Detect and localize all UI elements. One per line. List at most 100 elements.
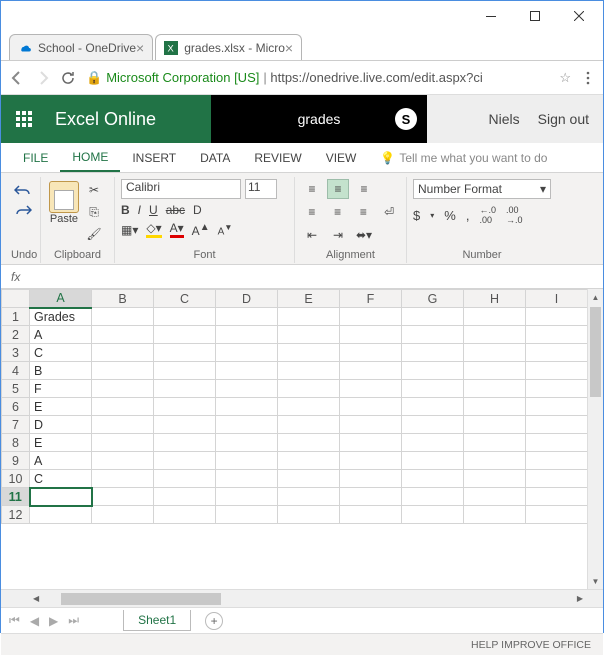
align-top-button[interactable]: ≡	[301, 179, 323, 199]
cell[interactable]	[154, 326, 216, 344]
tab-insert[interactable]: INSERT	[120, 143, 188, 172]
cell[interactable]: E	[30, 398, 92, 416]
cell[interactable]	[216, 380, 278, 398]
document-name[interactable]: grades S	[211, 95, 427, 143]
cell[interactable]	[154, 488, 216, 506]
formula-bar[interactable]: fx	[1, 265, 603, 289]
tab-view[interactable]: VIEW	[314, 143, 369, 172]
comma-button[interactable]: ,	[466, 208, 470, 223]
cell[interactable]	[92, 362, 154, 380]
cell[interactable]	[402, 452, 464, 470]
cell[interactable]	[464, 344, 526, 362]
cell[interactable]	[402, 380, 464, 398]
font-color-button[interactable]: A▾	[170, 221, 184, 238]
back-button[interactable]	[9, 70, 25, 86]
cell[interactable]	[526, 362, 588, 380]
cell[interactable]	[216, 470, 278, 488]
cell[interactable]	[402, 308, 464, 326]
cell[interactable]	[216, 326, 278, 344]
sheet-nav-next[interactable]: ▶	[47, 614, 60, 628]
vertical-scrollbar[interactable]: ▲ ▼	[587, 289, 603, 589]
close-tab-icon[interactable]: ×	[136, 40, 144, 56]
cell[interactable]	[278, 308, 340, 326]
cell[interactable]	[154, 416, 216, 434]
number-format-select[interactable]: Number Format▾	[413, 179, 551, 199]
cell[interactable]: A	[30, 452, 92, 470]
cell[interactable]	[92, 452, 154, 470]
font-size-select[interactable]: 11	[245, 179, 277, 199]
row-header[interactable]: 9	[2, 452, 30, 470]
cell[interactable]	[278, 344, 340, 362]
sign-out-link[interactable]: Sign out	[538, 111, 589, 127]
bookmark-star-icon[interactable]: ☆	[559, 70, 571, 86]
cell[interactable]	[154, 506, 216, 524]
increase-indent-button[interactable]: ⇥	[327, 225, 349, 245]
cell[interactable]: D	[30, 416, 92, 434]
cell[interactable]	[92, 416, 154, 434]
cell[interactable]	[526, 326, 588, 344]
shrink-font-button[interactable]: A▼	[218, 222, 233, 237]
cell[interactable]	[92, 488, 154, 506]
wrap-text-button[interactable]: ⏎	[378, 202, 400, 222]
cell[interactable]	[92, 308, 154, 326]
cell[interactable]	[340, 326, 402, 344]
browser-tab-grades[interactable]: X grades.xlsx - Micro ×	[155, 34, 302, 60]
cell[interactable]	[92, 344, 154, 362]
skype-icon[interactable]: S	[395, 108, 417, 130]
cell[interactable]	[154, 470, 216, 488]
cell[interactable]	[340, 434, 402, 452]
cell[interactable]	[526, 398, 588, 416]
cell[interactable]	[464, 452, 526, 470]
tab-file[interactable]: FILE	[11, 143, 60, 172]
column-header[interactable]: B	[92, 290, 154, 308]
cell[interactable]	[30, 506, 92, 524]
cell[interactable]: C	[30, 344, 92, 362]
cell[interactable]	[92, 380, 154, 398]
cell[interactable]: F	[30, 380, 92, 398]
cell[interactable]	[92, 470, 154, 488]
row-header[interactable]: 12	[2, 506, 30, 524]
cell[interactable]	[216, 398, 278, 416]
cell[interactable]	[154, 362, 216, 380]
reload-button[interactable]	[61, 70, 76, 85]
column-header[interactable]: I	[526, 290, 588, 308]
cell[interactable]	[526, 434, 588, 452]
cell[interactable]	[526, 506, 588, 524]
cell[interactable]	[216, 362, 278, 380]
align-right-button[interactable]: ≡	[353, 202, 375, 222]
cell[interactable]	[340, 344, 402, 362]
cell[interactable]	[278, 416, 340, 434]
menu-button[interactable]	[581, 71, 595, 85]
sheet-tab[interactable]: Sheet1	[123, 610, 191, 631]
cell[interactable]	[464, 506, 526, 524]
cell[interactable]	[464, 416, 526, 434]
cell[interactable]	[92, 398, 154, 416]
tab-home[interactable]: HOME	[60, 143, 120, 172]
cell[interactable]	[154, 452, 216, 470]
cell[interactable]	[340, 506, 402, 524]
cell[interactable]	[30, 488, 92, 506]
paste-button[interactable]: Paste	[47, 181, 81, 225]
row-header[interactable]: 1	[2, 308, 30, 326]
cell[interactable]	[402, 416, 464, 434]
cell[interactable]	[402, 398, 464, 416]
bold-button[interactable]: B	[121, 203, 130, 217]
row-header[interactable]: 10	[2, 470, 30, 488]
cell[interactable]	[216, 488, 278, 506]
cell[interactable]	[464, 488, 526, 506]
cell[interactable]	[464, 398, 526, 416]
cell[interactable]	[216, 434, 278, 452]
cell[interactable]	[154, 398, 216, 416]
column-header[interactable]: E	[278, 290, 340, 308]
align-left-button[interactable]: ≡	[301, 202, 323, 222]
cell[interactable]	[526, 308, 588, 326]
browser-tab-onedrive[interactable]: School - OneDrive ×	[9, 34, 153, 60]
scroll-up-button[interactable]: ▲	[588, 289, 603, 305]
cell[interactable]	[526, 470, 588, 488]
border-button[interactable]: ▦▾	[121, 223, 138, 237]
cell[interactable]: A	[30, 326, 92, 344]
cell[interactable]: Grades	[30, 308, 92, 326]
cell[interactable]	[402, 470, 464, 488]
close-tab-icon[interactable]: ×	[285, 40, 293, 56]
row-header[interactable]: 2	[2, 326, 30, 344]
